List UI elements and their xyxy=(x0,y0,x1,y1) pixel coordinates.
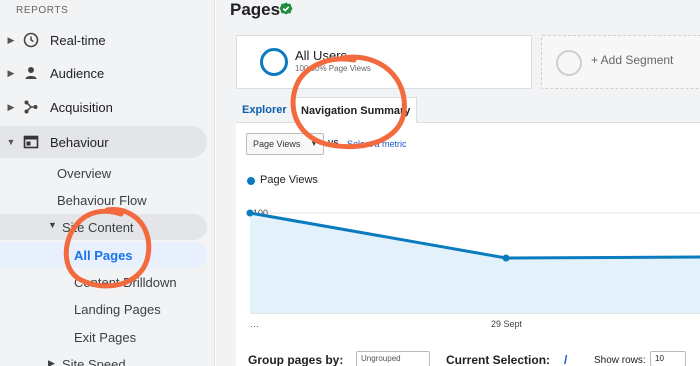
clock-icon xyxy=(22,31,40,49)
group-pages-select[interactable]: Ungrouped xyxy=(356,351,430,366)
show-rows-label: Show rows: xyxy=(594,355,646,366)
chart-svg: 10050…29 Sept xyxy=(246,208,700,329)
sidebar-item-behaviour[interactable]: ▼ Behaviour xyxy=(0,126,207,158)
metric-select-value: Page Views xyxy=(253,139,301,149)
sidebar-item-label: Audience xyxy=(50,65,105,81)
tab-navigation-summary[interactable]: Navigation Summary xyxy=(294,97,418,123)
reports-section-label: REPORTS xyxy=(16,5,69,16)
report-panel: Page Views ▼ VS Select a metric Page Vie… xyxy=(236,123,700,366)
sidebar-subitem-site-speed[interactable]: Site Speed xyxy=(62,357,126,366)
caret-right-icon: ▶ xyxy=(48,358,55,366)
caret-down-icon: ▼ xyxy=(6,137,16,147)
series-area xyxy=(250,213,700,313)
legend-marker xyxy=(247,177,255,185)
acquisition-icon xyxy=(22,98,40,116)
main-content: Pages All Users 100.00% Page Views + Add… xyxy=(216,0,700,366)
tab-explorer[interactable]: Explorer xyxy=(242,97,287,123)
group-pages-label: Group pages by: xyxy=(248,353,344,366)
x-tick-label: 29 Sept xyxy=(491,319,523,329)
x-tick-label: … xyxy=(250,319,259,329)
caret-right-icon: ▶ xyxy=(7,34,15,45)
segment-card-all-users[interactable]: All Users 100.00% Page Views xyxy=(236,35,532,89)
metric-select-dropdown[interactable]: Page Views ▼ xyxy=(246,133,324,155)
sidebar-item-label: Behaviour xyxy=(50,134,109,150)
show-rows-select[interactable]: 10 xyxy=(650,351,686,366)
caret-right-icon: ▶ xyxy=(7,67,15,78)
sidebar-item-acquisition[interactable]: ▶ Acquisition xyxy=(0,91,207,123)
data-point xyxy=(502,254,510,262)
sidebar-subitem-content-drilldown[interactable]: Content Drilldown xyxy=(74,275,177,290)
legend-label: Page Views xyxy=(260,174,318,186)
sidebar-subitem-all-pages[interactable]: All Pages xyxy=(74,248,133,263)
sidebar-subitem-behaviour-flow[interactable]: Behaviour Flow xyxy=(57,193,147,208)
table-controls: Group pages by: Ungrouped Current Select… xyxy=(236,349,700,366)
segment-subtitle: 100.00% Page Views xyxy=(295,64,371,73)
data-point xyxy=(246,209,254,217)
caret-down-icon: ▼ xyxy=(48,220,57,230)
vs-label: VS xyxy=(328,139,339,148)
verified-check-icon xyxy=(279,2,293,15)
sidebar-item-realtime[interactable]: ▶ Real-time xyxy=(0,24,207,56)
person-icon xyxy=(22,64,40,82)
dropdown-arrow-icon: ▼ xyxy=(310,139,318,148)
sidebar: REPORTS ▶ Real-time ▶ Audience ▶ Acquisi… xyxy=(0,0,215,366)
sidebar-subitem-landing-pages[interactable]: Landing Pages xyxy=(74,302,161,317)
add-segment-ring-icon xyxy=(556,50,582,76)
sidebar-item-label: Real-time xyxy=(50,32,106,48)
sidebar-item-label: Acquisition xyxy=(50,99,113,115)
report-tabs: Explorer Navigation Summary xyxy=(236,97,700,123)
page-title: Pages xyxy=(230,0,281,19)
add-segment-label: + Add Segment xyxy=(591,53,674,67)
segment-name: All Users xyxy=(295,48,348,63)
sidebar-subitem-site-content[interactable]: Site Content xyxy=(62,220,134,235)
behaviour-icon xyxy=(22,133,40,151)
sidebar-subitem-exit-pages[interactable]: Exit Pages xyxy=(74,330,136,345)
sidebar-item-audience[interactable]: ▶ Audience xyxy=(0,57,207,89)
current-selection-label: Current Selection: xyxy=(446,353,551,366)
caret-right-icon: ▶ xyxy=(7,101,15,112)
sidebar-subitem-overview[interactable]: Overview xyxy=(57,166,111,181)
add-segment-button[interactable]: + Add Segment xyxy=(541,35,700,89)
current-selection-value[interactable]: / xyxy=(564,353,567,366)
select-metric-link[interactable]: Select a metric xyxy=(347,139,407,149)
segment-ring-icon xyxy=(260,48,288,76)
page-views-chart: 10050…29 Sept xyxy=(236,193,700,333)
